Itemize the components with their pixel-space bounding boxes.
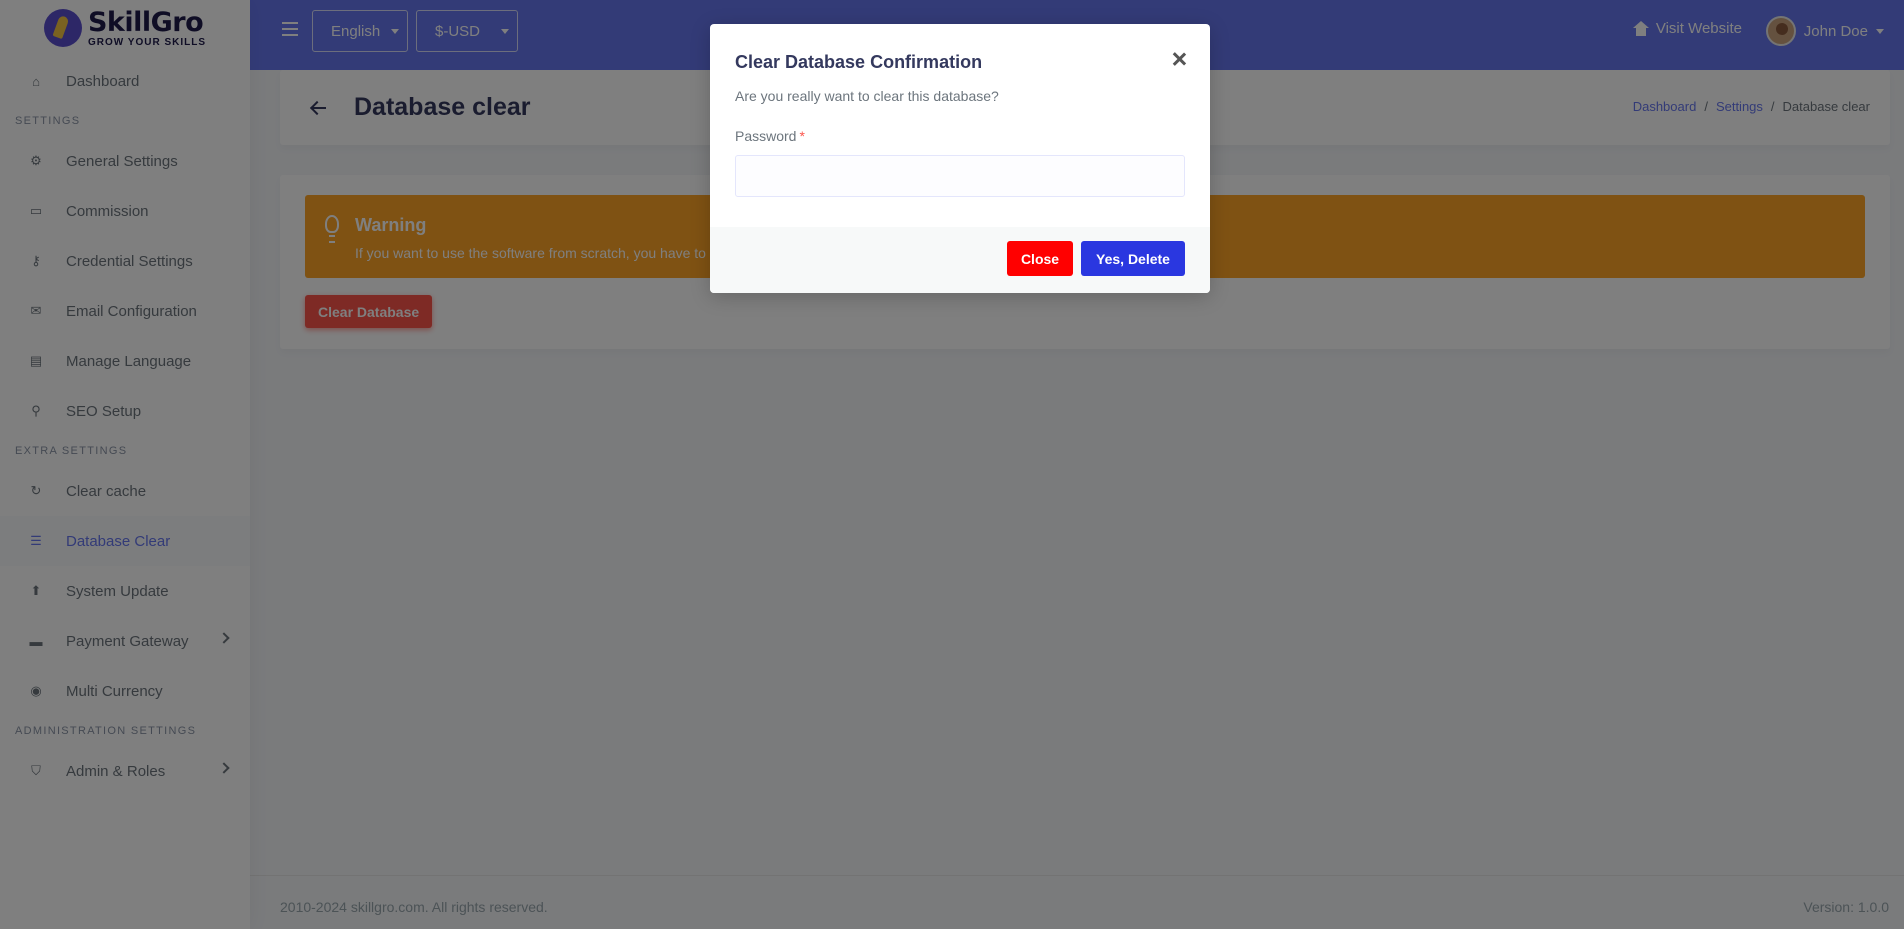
modal-footer: Close Yes, Delete (710, 227, 1210, 293)
yes-delete-button[interactable]: Yes, Delete (1081, 241, 1185, 276)
close-button[interactable]: Close (1007, 241, 1073, 276)
password-label-text: Password (735, 128, 797, 144)
modal-message: Are you really want to clear this databa… (735, 88, 999, 104)
close-icon[interactable] (1172, 52, 1186, 66)
clear-database-modal: Clear Database Confirmation Are you real… (710, 24, 1210, 293)
password-input[interactable] (735, 155, 1185, 197)
required-mark: * (799, 128, 805, 144)
modal-title: Clear Database Confirmation (735, 52, 983, 72)
password-label: Password * (735, 128, 805, 144)
